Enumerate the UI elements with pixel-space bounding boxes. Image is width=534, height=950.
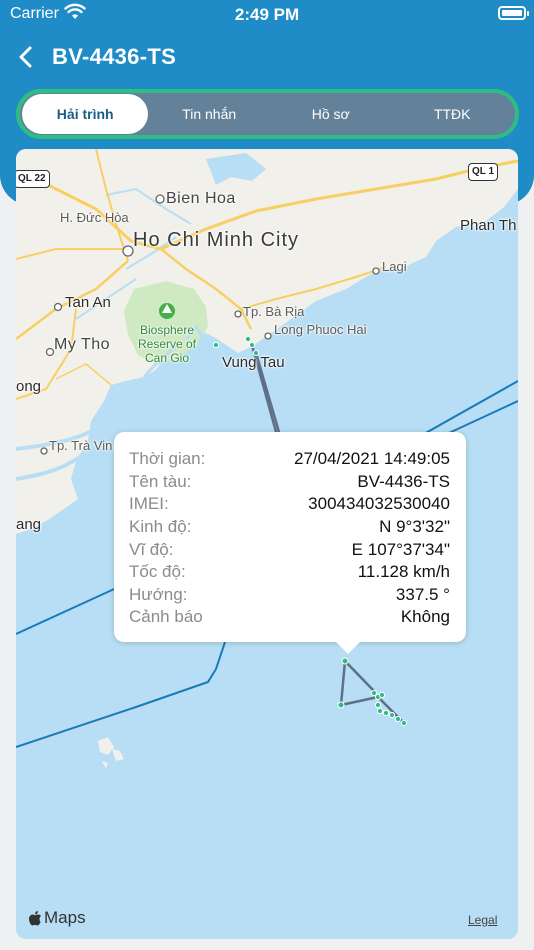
place-vung-tau: Vung Tau <box>222 354 285 371</box>
info-label: Hướng: <box>129 584 188 604</box>
info-value: N 9°3'32" <box>379 517 450 537</box>
info-label: Kinh độ: <box>129 517 192 537</box>
maps-label: Maps <box>44 908 86 927</box>
place-biosphere: Biosphere Reserve of Can Gio <box>137 323 197 365</box>
tab-hai-trinh[interactable]: Hải trình <box>22 94 149 134</box>
place-duc-hoa: H. Đức Hòa <box>60 210 129 225</box>
info-value: 11.128 km/h <box>357 562 450 582</box>
info-row-speed: Tốc độ: 11.128 km/h <box>129 561 450 584</box>
info-value: BV-4436-TS <box>357 471 450 491</box>
vessel-info-popup[interactable]: Thời gian: 27/04/2021 14:49:05 Tên tàu: … <box>114 432 466 654</box>
info-row-heading: Hướng: 337.5 ° <box>129 584 450 607</box>
place-tan-an: Tan An <box>65 294 111 311</box>
place-ba-ria: Tp. Bà Rịa <box>243 304 305 319</box>
place-bien-hoa: Bien Hoa <box>166 190 236 207</box>
tab-ho-so[interactable]: Hồ sơ <box>270 94 392 134</box>
info-label: IMEI: <box>129 494 169 514</box>
info-row-vessel-name: Tên tàu: BV-4436-TS <box>129 471 450 494</box>
place-ong: ong <box>16 378 42 395</box>
info-value: E 107°37'34" <box>351 539 450 559</box>
place-ang: ang <box>16 516 42 533</box>
back-button[interactable] <box>14 40 44 74</box>
info-label: Thời gian: <box>129 449 206 469</box>
info-label: Cảnh báo <box>129 607 203 627</box>
place-lagi: Lagi <box>382 259 407 274</box>
tab-ttdk[interactable]: TTĐK <box>391 94 513 134</box>
page-title: BV-4436-TS <box>52 44 177 69</box>
status-bar: Carrier 2:49 PM <box>0 0 534 30</box>
place-hcmc: Ho Chi Minh City <box>133 229 300 251</box>
info-value: 337.5 ° <box>395 584 450 604</box>
tab-bar: Hải trình Tin nhắn Hồ sơ TTĐK <box>16 89 519 139</box>
legal-link[interactable]: Legal <box>468 913 497 927</box>
place-tra-vinh: Tp. Trà Vin <box>49 438 113 453</box>
island <box>98 737 124 769</box>
info-label: Tốc độ: <box>129 562 186 582</box>
clock: 2:49 PM <box>234 5 300 24</box>
place-long-phuoc-hai: Long Phuoc Hai <box>274 322 367 337</box>
info-row-imei: IMEI: 300434032530040 <box>129 493 450 516</box>
route-shield-ql1: QL 1 <box>468 163 499 181</box>
apple-logo-icon <box>29 910 41 925</box>
info-value: 27/04/2021 14:49:05 <box>294 449 450 469</box>
battery-icon <box>498 6 529 20</box>
place-phan-thiet: Phan Th <box>460 217 517 234</box>
tab-tin-nhan[interactable]: Tin nhắn <box>148 94 270 134</box>
maps-attribution: Maps <box>28 908 86 928</box>
info-row-latitude: Vĩ độ: E 107°37'34" <box>129 538 450 561</box>
chevron-left-icon <box>19 46 32 68</box>
info-label: Vĩ độ: <box>129 539 174 559</box>
route-shield-ql22: QL 22 <box>16 170 50 188</box>
info-value: 300434032530040 <box>308 494 450 514</box>
place-my-tho: My Tho <box>54 336 111 353</box>
info-row-longitude: Kinh độ: N 9°3'32" <box>129 516 450 539</box>
info-value: Không <box>400 607 450 627</box>
info-label: Tên tàu: <box>129 471 192 491</box>
info-row-warning: Cảnh báo Không <box>129 606 450 629</box>
info-row-time: Thời gian: 27/04/2021 14:49:05 <box>129 448 450 471</box>
